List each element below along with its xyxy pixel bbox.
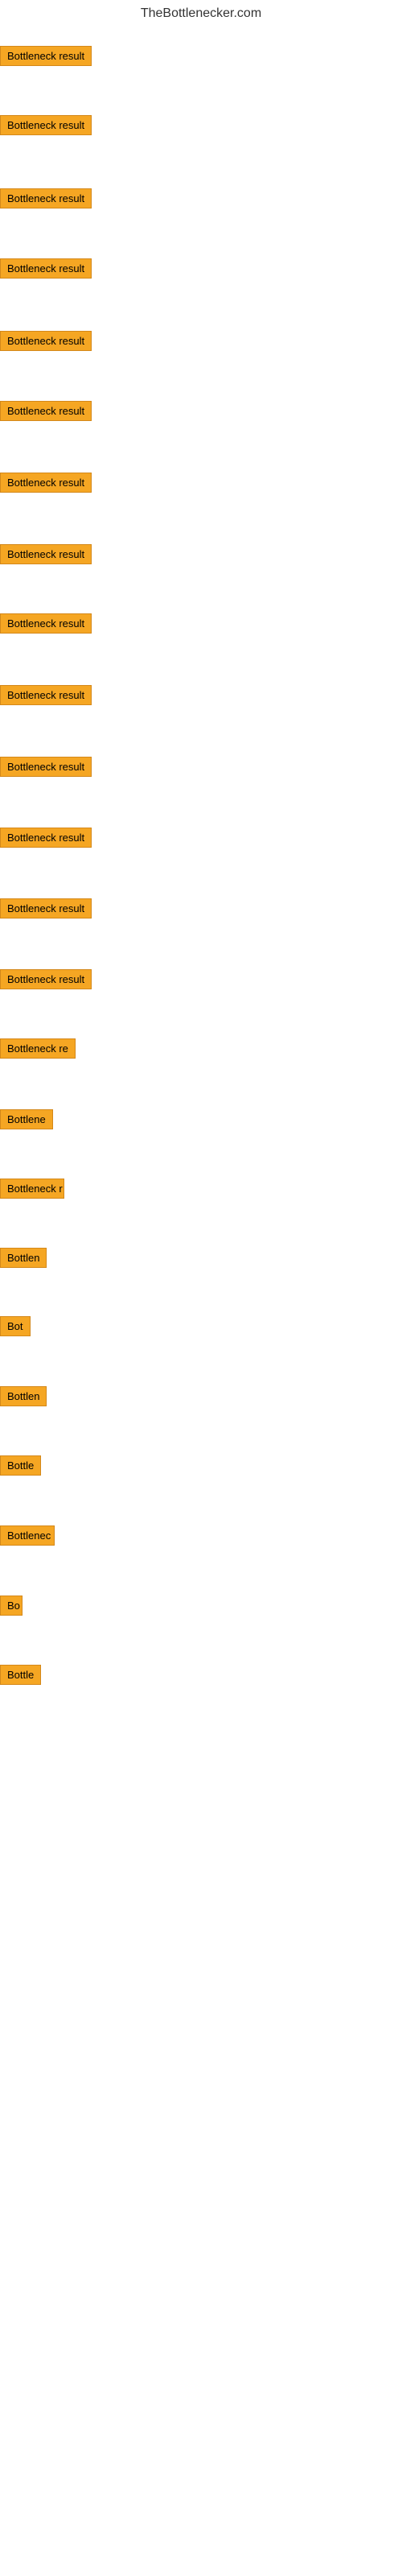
bottleneck-result-badge[interactable]: Bottleneck result [0,685,92,705]
bottleneck-badge-row: Bottleneck result [0,46,92,70]
bottleneck-result-badge[interactable]: Bottleneck result [0,828,92,848]
bottleneck-badge-row: Bot [0,1316,31,1340]
bottleneck-badge-row: Bottleneck result [0,544,92,568]
bottleneck-badge-row: Bottleneck result [0,828,92,852]
bottleneck-result-badge[interactable]: Bottle [0,1665,41,1685]
bottleneck-badge-row: Bottlen [0,1386,47,1410]
bottleneck-result-badge[interactable]: Bottleneck result [0,473,92,493]
bottleneck-badge-row: Bottleneck result [0,401,92,425]
bottleneck-result-badge[interactable]: Bottleneck result [0,613,92,634]
bottleneck-badge-row: Bottle [0,1455,41,1480]
bottleneck-result-badge[interactable]: Bottle [0,1455,41,1476]
bottleneck-badge-row: Bottleneck result [0,757,92,781]
bottleneck-result-badge[interactable]: Bottleneck r [0,1179,64,1199]
bottleneck-badge-row: Bottlen [0,1248,47,1272]
bottleneck-result-badge[interactable]: Bottlen [0,1386,47,1406]
site-title: TheBottlenecker.com [0,0,402,24]
bottleneck-badge-row: Bottleneck result [0,331,92,355]
bottleneck-badge-row: Bottleneck result [0,188,92,213]
bottleneck-badge-row: Bottleneck result [0,473,92,497]
bottleneck-result-badge[interactable]: Bottlene [0,1109,53,1129]
bottleneck-result-badge[interactable]: Bottleneck result [0,401,92,421]
bottleneck-badge-row: Bottleneck result [0,613,92,638]
bottleneck-result-badge[interactable]: Bottleneck result [0,969,92,989]
bottleneck-badge-row: Bottleneck result [0,115,92,139]
bottleneck-badge-row: Bottlenec [0,1525,55,1550]
bottleneck-result-badge[interactable]: Bottleneck result [0,757,92,777]
bottleneck-result-badge[interactable]: Bot [0,1316,31,1336]
bottleneck-badge-row: Bottle [0,1665,41,1689]
bottleneck-badge-row: Bottleneck result [0,685,92,709]
bottleneck-result-badge[interactable]: Bottleneck result [0,46,92,66]
bottleneck-result-badge[interactable]: Bottleneck result [0,258,92,279]
bottleneck-badge-row: Bottlene [0,1109,53,1133]
bottleneck-badge-row: Bottleneck result [0,898,92,923]
bottleneck-result-badge[interactable]: Bo [0,1596,23,1616]
bottleneck-badge-row: Bottleneck result [0,969,92,993]
bottleneck-badge-row: Bottleneck r [0,1179,64,1203]
bottleneck-badge-row: Bo [0,1596,23,1620]
bottleneck-result-badge[interactable]: Bottlen [0,1248,47,1268]
bottleneck-result-badge[interactable]: Bottleneck re [0,1038,76,1059]
bottleneck-result-badge[interactable]: Bottleneck result [0,544,92,564]
bottleneck-result-badge[interactable]: Bottleneck result [0,898,92,919]
bottleneck-badge-row: Bottleneck result [0,258,92,283]
bottleneck-badge-row: Bottleneck re [0,1038,76,1063]
bottleneck-result-badge[interactable]: Bottleneck result [0,188,92,208]
bottleneck-result-badge[interactable]: Bottleneck result [0,115,92,135]
bottleneck-result-badge[interactable]: Bottleneck result [0,331,92,351]
bottleneck-result-badge[interactable]: Bottlenec [0,1525,55,1546]
